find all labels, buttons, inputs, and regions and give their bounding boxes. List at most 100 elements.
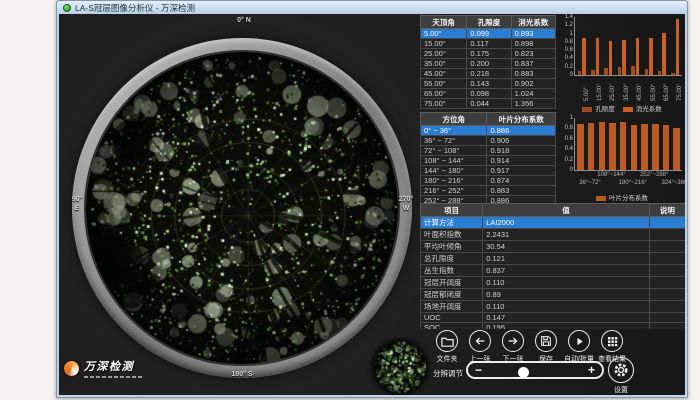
table-row[interactable]: 冠层郁闭度0.89	[421, 289, 686, 301]
y-axis-tick: 0.6	[559, 47, 573, 53]
table-cell	[649, 217, 685, 229]
table-row[interactable]: 144° ~ 180°0.917	[421, 166, 556, 176]
logo-text: 万深检测	[84, 358, 142, 374]
table-cell: 0.200	[467, 59, 511, 69]
table-cell: 0.147	[483, 313, 650, 323]
bar	[645, 69, 649, 75]
bar	[636, 38, 640, 75]
main-content: 0° N 180° S 90°E 270°W 天顶角孔隙度消光系数5.00°0.…	[59, 14, 685, 395]
table-cell: 总孔隙度	[421, 253, 483, 265]
y-axis-tick: 0.4	[559, 146, 573, 152]
title-bar[interactable]: LA-S冠层图像分析仪 - 万深检测	[57, 1, 687, 14]
table-row[interactable]: 0° ~ 36°0.886	[421, 126, 556, 136]
table-row[interactable]: 72° ~ 108°0.918	[421, 146, 556, 156]
x-axis-label: 108°~144°	[597, 172, 625, 178]
table-row[interactable]: 丛生指数0.837	[421, 265, 686, 277]
brand-logo: 万深检测	[64, 358, 142, 378]
bar	[609, 41, 613, 75]
bar	[663, 125, 670, 170]
table-row[interactable]: SOC0.195	[421, 323, 686, 330]
x-axis-label: 252°~288°	[640, 172, 668, 178]
table-row[interactable]: 叶面积指数2.2431	[421, 229, 686, 241]
table-cell: 0.874	[487, 176, 556, 186]
table-cell: 0.110	[483, 277, 650, 289]
table-cell	[649, 313, 685, 323]
table-cell: 5.00°	[421, 29, 467, 39]
table-cell: 55.00°	[421, 79, 467, 89]
bar	[631, 125, 638, 170]
bar	[582, 38, 586, 75]
app-icon	[63, 4, 71, 12]
image-thumbnail[interactable]	[372, 339, 428, 395]
table-row[interactable]: 冠层开阔度0.110	[421, 277, 686, 289]
column-header: 说明	[649, 204, 685, 217]
bar	[622, 40, 626, 75]
table-cell	[649, 253, 685, 265]
y-axis-tick: 1.2	[559, 22, 573, 28]
table-cell: 1.024	[511, 89, 555, 99]
table-row[interactable]: 平均叶倾角30.54	[421, 241, 686, 253]
table-row[interactable]: 75.00°0.0441.356	[421, 99, 556, 109]
x-axis-label: 324°~360°	[661, 180, 685, 186]
table-cell: 丛生指数	[421, 265, 483, 277]
table-row[interactable]: 25.00°0.1750.823	[421, 49, 556, 59]
y-axis-tick: 1	[559, 31, 573, 37]
y-axis-tick: 1	[559, 115, 573, 121]
table-row[interactable]: 36° ~ 72°0.906	[421, 136, 556, 146]
table-cell	[649, 229, 685, 241]
table-cell: 0.117	[467, 39, 511, 49]
bar	[673, 128, 680, 170]
bar	[618, 67, 622, 75]
table-cell: 平均叶倾角	[421, 241, 483, 253]
table-row[interactable]: 45.00°0.2180.883	[421, 69, 556, 79]
table-cell: 计算方法	[421, 217, 483, 229]
x-axis-label: 75.00°	[677, 84, 683, 101]
table-row[interactable]: 180° ~ 216°0.874	[421, 176, 556, 186]
table-cell: 0.044	[467, 99, 511, 109]
table-row[interactable]: 总孔隙度0.121	[421, 253, 686, 265]
table-cell	[649, 289, 685, 301]
column-header: 项目	[421, 204, 483, 217]
chart-legend: 叶片分布系数	[559, 192, 685, 202]
table-cell	[649, 323, 685, 330]
segmentation-slider[interactable]: − +	[466, 361, 604, 379]
table-cell: 15.00°	[421, 39, 467, 49]
table-cell: 0.883	[511, 69, 555, 79]
slider-thumb[interactable]	[518, 367, 529, 378]
y-axis-tick: 0.2	[559, 157, 573, 163]
table-row[interactable]: UOC0.147	[421, 313, 686, 323]
table-cell: 0.893	[511, 29, 555, 39]
table-row[interactable]: 55.00°0.1430.902	[421, 79, 556, 89]
table-row[interactable]: 108° ~ 144°0.914	[421, 156, 556, 166]
x-axis-label: 45.00°	[637, 84, 643, 101]
table-cell	[649, 241, 685, 253]
table-row[interactable]: 216° ~ 252°0.883	[421, 186, 556, 196]
x-axis-label: 35.00°	[624, 84, 630, 101]
y-axis-tick: 0.2	[559, 64, 573, 70]
bar	[578, 71, 582, 75]
chart-legend: 孔隙度消光系数	[559, 103, 685, 113]
y-axis-tick: 1.4	[559, 14, 573, 20]
legend-swatch	[623, 107, 633, 112]
slider-minus-button[interactable]: −	[475, 364, 482, 376]
compass-west-label: 270°W	[393, 195, 419, 213]
fisheye-canopy-image[interactable]	[86, 52, 398, 364]
table-cell: 0.837	[483, 265, 650, 277]
slider-plus-button[interactable]: +	[588, 364, 595, 376]
settings-button[interactable]: 设置	[599, 357, 643, 395]
table-row[interactable]: 65.00°0.0981.024	[421, 89, 556, 99]
table-row[interactable]: 场地开阔度0.110	[421, 301, 686, 313]
arrow-right-icon	[502, 330, 524, 352]
table-cell: 0.098	[467, 89, 511, 99]
bar	[620, 122, 627, 170]
table-cell: 0.121	[483, 253, 650, 265]
table-row[interactable]: 35.00°0.2000.837	[421, 59, 556, 69]
table-cell: 65.00°	[421, 89, 467, 99]
table-row[interactable]: 5.00°0.0990.893	[421, 29, 556, 39]
table-cell: 0.89	[483, 289, 650, 301]
leaf-distribution-chart: 00.20.40.60.8136°~72°108°~144°180°~216°2…	[559, 114, 685, 206]
table-row[interactable]: 计算方法LAI2000	[421, 217, 686, 229]
chart-plot-area	[574, 118, 682, 171]
table-row[interactable]: 15.00°0.1170.898	[421, 39, 556, 49]
window-title: LA-S冠层图像分析仪 - 万深检测	[75, 2, 195, 14]
